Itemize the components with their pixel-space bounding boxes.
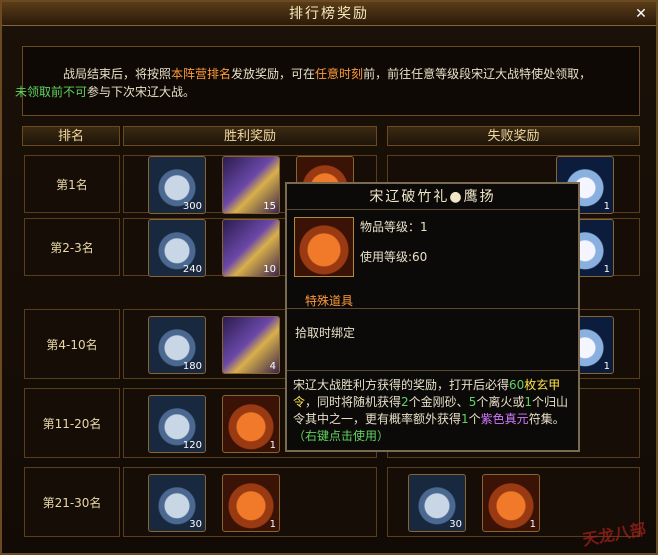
window-title: 排行榜奖励 (289, 6, 369, 22)
divider (287, 370, 578, 371)
item-tooltip: 宋辽破竹礼●鹰扬 物品等级：1 使用等级:60 特殊道具 拾取时绑定 宋辽大战胜… (285, 182, 580, 452)
rank-label: 第1名 (24, 155, 120, 213)
intro-seg: 参与下次宋辽大战。 (87, 85, 196, 99)
flag-icon[interactable]: 4 (222, 316, 280, 374)
divider (287, 308, 578, 309)
item-description: 宋辽大战胜利方获得的奖励，打开后必得60枚玄甲令，同时将随机获得2个金刚砂、5个… (293, 378, 568, 443)
item-level: 物品等级：1 (360, 220, 428, 234)
rank-label: 第11-20名 (24, 388, 120, 458)
intro-seg: 发放奖励，可在 (231, 67, 316, 81)
chest-icon[interactable]: 1 (482, 474, 540, 532)
header-win: 胜利奖励 (123, 126, 377, 146)
item-type: 特殊道具 (305, 294, 354, 308)
intro-seg: 前，前往任意等级段宋辽大战特使处领取， (363, 67, 592, 81)
reward-window: 排行榜奖励 ✕ 战局结束后，将按照本阵营排名发放奖励，可在任意时刻前，前往任意等… (0, 0, 658, 555)
flag-icon[interactable]: 15 (222, 156, 280, 214)
chest-icon (294, 217, 354, 277)
rank-label: 第21-30名 (24, 467, 120, 537)
intro-warning: 未领取前不可 (15, 85, 88, 99)
title-bar: 排行榜奖励 ✕ (2, 2, 656, 26)
medal-icon[interactable]: 120 (148, 395, 206, 453)
intro-panel: 战局结束后，将按照本阵营排名发放奖励，可在任意时刻前，前往任意等级段宋辽大战特使… (15, 46, 640, 116)
medal-icon[interactable]: 240 (148, 219, 206, 277)
close-icon[interactable]: ✕ (634, 6, 650, 22)
header-rank: 排名 (22, 126, 120, 146)
rank-label: 第4-10名 (24, 309, 120, 379)
chest-icon[interactable]: 1 (222, 395, 280, 453)
use-level: 使用等级:60 (360, 250, 428, 264)
intro-text: 战局结束后，将按照本阵营排名发放奖励，可在任意时刻前，前往任意等级段宋辽大战特使… (15, 65, 623, 101)
medal-icon[interactable]: 180 (148, 316, 206, 374)
win-cell: 30 1 (123, 467, 377, 537)
bind-info: 拾取时绑定 (295, 326, 356, 340)
medal-icon[interactable]: 30 (148, 474, 206, 532)
header-lose: 失败奖励 (387, 126, 640, 146)
use-hint: （右键点击使用） (293, 429, 390, 443)
chest-icon[interactable]: 1 (222, 474, 280, 532)
rank-label: 第2-3名 (24, 218, 120, 276)
flag-icon[interactable]: 10 (222, 219, 280, 277)
intro-seg: 战局结束后，将按照 (63, 67, 172, 81)
intro-highlight: 本阵营排名 (171, 67, 232, 81)
medal-icon[interactable]: 300 (148, 156, 206, 214)
tooltip-title: 宋辽破竹礼●鹰扬 (287, 184, 578, 210)
intro-highlight: 任意时刻 (315, 67, 364, 81)
medal-icon[interactable]: 30 (408, 474, 466, 532)
